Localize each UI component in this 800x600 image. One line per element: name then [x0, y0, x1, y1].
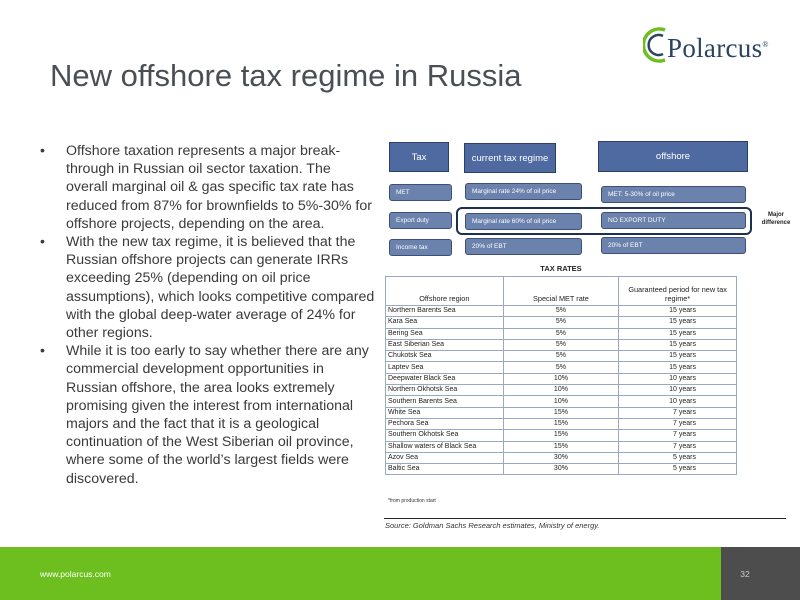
cell-met: 30% [502, 451, 620, 465]
logo-text: Polarcus® [667, 33, 769, 63]
page-number: 32 [740, 569, 750, 579]
cell-met: 5% [502, 350, 620, 363]
cell-met: 15% [502, 429, 620, 442]
table-row: Pechora Sea 15% 7 years [385, 417, 737, 431]
cell-period: 15 years [618, 361, 737, 374]
table-row: Bering Sea 5% 15 years [385, 327, 737, 340]
cell-region: Northern Okhotsk Sea [385, 384, 504, 397]
cell-period: 10 years [618, 395, 737, 408]
table-row: Azov Sea 30% 5 years [385, 451, 737, 465]
cell-met: 5% [502, 338, 620, 352]
table-row: White Sea 15% 7 years [385, 406, 737, 419]
table-row: East Siberian Sea 5% 15 years [385, 338, 737, 352]
cell-period: 5 years [618, 463, 737, 476]
table-row: Kara Sea 5% 15 years [385, 316, 737, 329]
table-row: Southern Okhotsk Sea 15% 7 years [385, 429, 737, 442]
table-row: Shallow waters of Black Sea 15% 7 years [385, 440, 737, 453]
cell-region: Azov Sea [385, 451, 504, 465]
column-header-period: Guaranteed period for new tax regime* [618, 276, 737, 306]
cell-period: 7 years [618, 417, 737, 431]
cell-period: 15 years [618, 338, 737, 352]
cell-region: Northern Barents Sea [385, 304, 504, 318]
diagram-row-label-export: Export duty [389, 212, 452, 229]
cell-region: Chukotsk Sea [385, 350, 504, 363]
cell-region: Bering Sea [385, 327, 504, 340]
cell-period: 7 years [618, 406, 737, 419]
cell-period: 5 years [618, 451, 737, 465]
diagram-row-label-met: MET [389, 184, 452, 201]
cell-period: 15 years [618, 304, 737, 318]
bullet-item: With the new tax regime, it is believed … [40, 233, 375, 342]
table-row: Laptev Sea 5% 15 years [385, 361, 737, 374]
tax-rates-table: Offshore region Special MET rate Guarant… [385, 276, 737, 476]
cell-region: Laptev Sea [385, 361, 504, 374]
cell-region: Southern Okhotsk Sea [385, 429, 504, 442]
diagram-row-offshore-met: MET: 5-30% of oil price [601, 186, 746, 203]
cell-region: Deepwater Black Sea [385, 372, 504, 386]
cell-period: 10 years [618, 372, 737, 386]
cell-period: 15 years [618, 316, 737, 329]
cell-met: 15% [502, 417, 620, 431]
column-header-met: Special MET rate [502, 276, 620, 306]
cell-region: Southern Barents Sea [385, 395, 504, 408]
table-row: Northern Okhotsk Sea 10% 10 years [385, 384, 737, 397]
diagram-row-offshore-income: 20% of EBT [601, 237, 746, 254]
diagram-header-tax: Tax [389, 142, 449, 172]
cell-region: Pechora Sea [385, 417, 504, 431]
diagram-header-current: current tax regime [464, 143, 556, 173]
cell-period: 15 years [618, 350, 737, 363]
major-difference-label: Major difference [761, 212, 791, 226]
cell-met: 15% [502, 440, 620, 453]
footer-website-link[interactable]: www.polarcus.com [40, 569, 111, 579]
table-row: Chukotsk Sea 5% 15 years [385, 350, 737, 363]
cell-region: Shallow waters of Black Sea [385, 440, 504, 453]
diagram-row-current-met: Marginal rate 24% of oil price [465, 183, 582, 200]
source-note: Source: Goldman Sachs Research estimates… [385, 521, 600, 530]
table-header-row: Offshore region Special MET rate Guarant… [385, 276, 737, 306]
bullet-item: Offshore taxation represents a major bre… [40, 142, 375, 233]
page-number-box: 32 [721, 547, 800, 600]
cell-region: Baltic Sea [385, 463, 504, 476]
table-footnote: *from production start [388, 498, 436, 504]
bullet-list: Offshore taxation represents a major bre… [40, 142, 375, 488]
cell-met: 5% [502, 361, 620, 374]
cell-met: 15% [502, 406, 620, 419]
tax-rates-title: TAX RATES [540, 264, 582, 273]
cell-met: 30% [502, 463, 620, 476]
cell-period: 10 years [618, 384, 737, 397]
diagram-row-current-income: 20% of EBT [465, 238, 582, 255]
cell-region: White Sea [385, 406, 504, 419]
cell-period: 15 years [618, 327, 737, 340]
table-row: Southern Barents Sea 10% 10 years [385, 395, 737, 408]
cell-met: 5% [502, 316, 620, 329]
table-row: Northern Barents Sea 5% 15 years [385, 304, 737, 318]
cell-met: 10% [502, 395, 620, 408]
cell-met: 10% [502, 384, 620, 397]
cell-region: Kara Sea [385, 316, 504, 329]
cell-period: 7 years [618, 440, 737, 453]
table-row: Deepwater Black Sea 10% 10 years [385, 372, 737, 386]
cell-met: 10% [502, 372, 620, 386]
source-divider [384, 518, 786, 519]
major-difference-highlight [456, 207, 752, 235]
table-row: Baltic Sea 30% 5 years [385, 463, 737, 476]
cell-met: 5% [502, 327, 620, 340]
cell-met: 5% [502, 304, 620, 318]
cell-period: 7 years [618, 429, 737, 442]
cell-region: East Siberian Sea [385, 338, 504, 352]
slide-title: New offshore tax regime in Russia [50, 58, 522, 93]
diagram-header-offshore: offshore [598, 141, 748, 172]
footer-bar [0, 547, 800, 600]
bullet-item: While it is too early to say whether the… [40, 342, 375, 488]
polarcus-logo: Polarcus® [643, 20, 783, 70]
diagram-row-label-income: Income tax [389, 239, 452, 256]
column-header-region: Offshore region [385, 276, 504, 306]
